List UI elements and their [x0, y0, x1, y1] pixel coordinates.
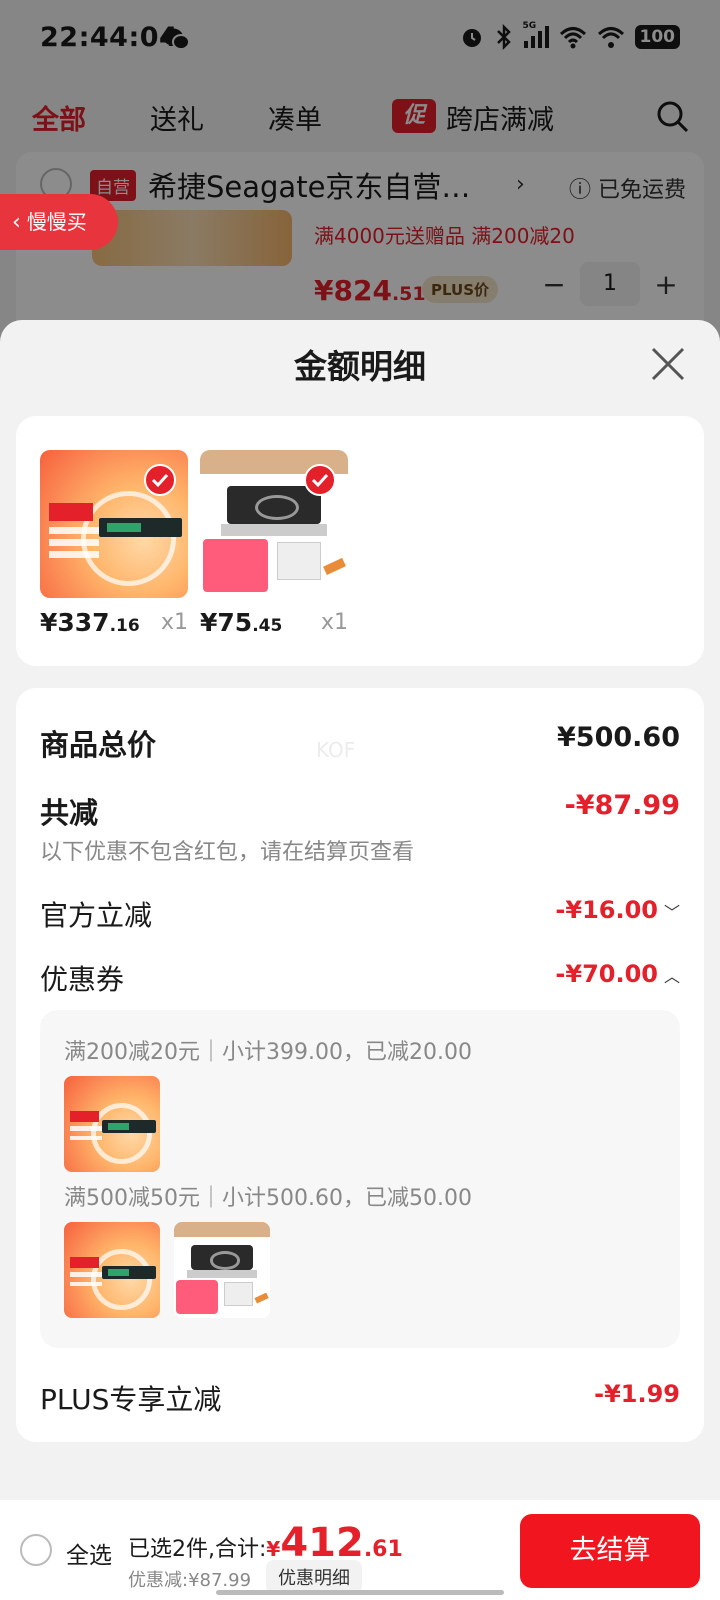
checkmark-icon	[304, 464, 336, 496]
discount-detail-button[interactable]: 优惠明细	[266, 1560, 362, 1594]
chevron-up-icon: ︿	[663, 967, 680, 986]
coupon-rule: 满200减20元｜小计399.00，已减20.00	[64, 1040, 472, 1065]
selected-count-text: 已选2件,合计:	[128, 1537, 267, 1562]
total-currency: ¥	[266, 1537, 281, 1561]
coupon-goods-thumb	[64, 1076, 160, 1172]
checkmark-icon	[144, 464, 176, 496]
total-reduce-value: -¥87.99	[564, 790, 680, 821]
goods-price-main: ¥337	[40, 608, 110, 637]
goods-item[interactable]: ¥337.16 x1	[40, 450, 188, 637]
selected-goods-card: ¥337.16 x1 ¥75.45 x1	[16, 416, 704, 666]
goods-quantity: x1	[160, 610, 188, 635]
goods-image-stove[interactable]	[200, 450, 348, 598]
coupon-goods-thumb	[64, 1222, 160, 1318]
total-decimal: .61	[363, 1537, 403, 1562]
close-icon[interactable]	[650, 346, 686, 382]
coupon-rule: 满500减50元｜小计500.60，已减50.00	[64, 1186, 472, 1211]
chevron-down-icon: ﹀	[663, 903, 680, 922]
watermark: KOF	[316, 738, 356, 762]
coupon-value: -¥70.00	[555, 960, 658, 988]
goods-price-decimal: .45	[252, 616, 283, 636]
slow-buy-label: 慢慢买	[26, 210, 87, 234]
goods-price: ¥337.16	[40, 608, 140, 637]
official-discount-value: -¥16.00	[555, 896, 658, 924]
chevron-left-icon: ‹	[12, 210, 21, 235]
amount-detail-sheet: 金额明细 ¥337.16 x1 ¥75.45 x1 KOF 商品总价 ¥500.…	[0, 320, 720, 1600]
slow-buy-button[interactable]: ‹ 慢慢买	[0, 194, 118, 250]
total-price-value: ¥500.60	[557, 722, 680, 753]
home-indicator	[216, 1590, 504, 1595]
coupon-detail-box: 满200减20元｜小计399.00，已减20.00 满500减50元｜小计500…	[40, 1010, 680, 1348]
sheet-title: 金额明细	[294, 347, 426, 386]
discount-summary: 优惠减:¥87.99	[128, 1570, 252, 1591]
coupon-label: 优惠券	[40, 963, 125, 996]
coupon-row[interactable]: -¥70.00 ︿	[555, 960, 680, 988]
official-discount-label: 官方立减	[40, 899, 153, 932]
goods-price-decimal: .16	[109, 616, 140, 636]
goods-item[interactable]: ¥75.45 x1	[200, 450, 348, 637]
checkout-bar: 全选 已选2件,合计:¥412.61 优惠减:¥87.99 优惠明细 去结算	[0, 1500, 720, 1600]
plus-discount-label: PLUS专享立减	[40, 1383, 222, 1416]
goods-image-seagate[interactable]	[40, 450, 188, 598]
select-all-label[interactable]: 全选	[66, 1536, 112, 1570]
coupon-goods-thumb	[174, 1222, 270, 1318]
goods-quantity: x1	[320, 610, 348, 635]
amount-breakdown-card: KOF 商品总价 ¥500.60 共减 -¥87.99 以下优惠不包含红包，请在…	[16, 688, 704, 1442]
goods-price-main: ¥75	[200, 608, 253, 637]
checkout-button[interactable]: 去结算	[520, 1514, 700, 1588]
goods-price: ¥75.45	[200, 608, 282, 637]
official-discount-row[interactable]: -¥16.00 ﹀	[555, 896, 680, 924]
select-all-radio[interactable]	[20, 1534, 52, 1566]
total-price-label: 商品总价	[40, 728, 157, 762]
reduce-note: 以下优惠不包含红包，请在结算页查看	[40, 840, 415, 865]
total-reduce-label: 共减	[40, 796, 99, 830]
plus-discount-value: -¥1.99	[594, 1380, 680, 1408]
total-summary: 已选2件,合计:¥412.61	[128, 1520, 403, 1566]
